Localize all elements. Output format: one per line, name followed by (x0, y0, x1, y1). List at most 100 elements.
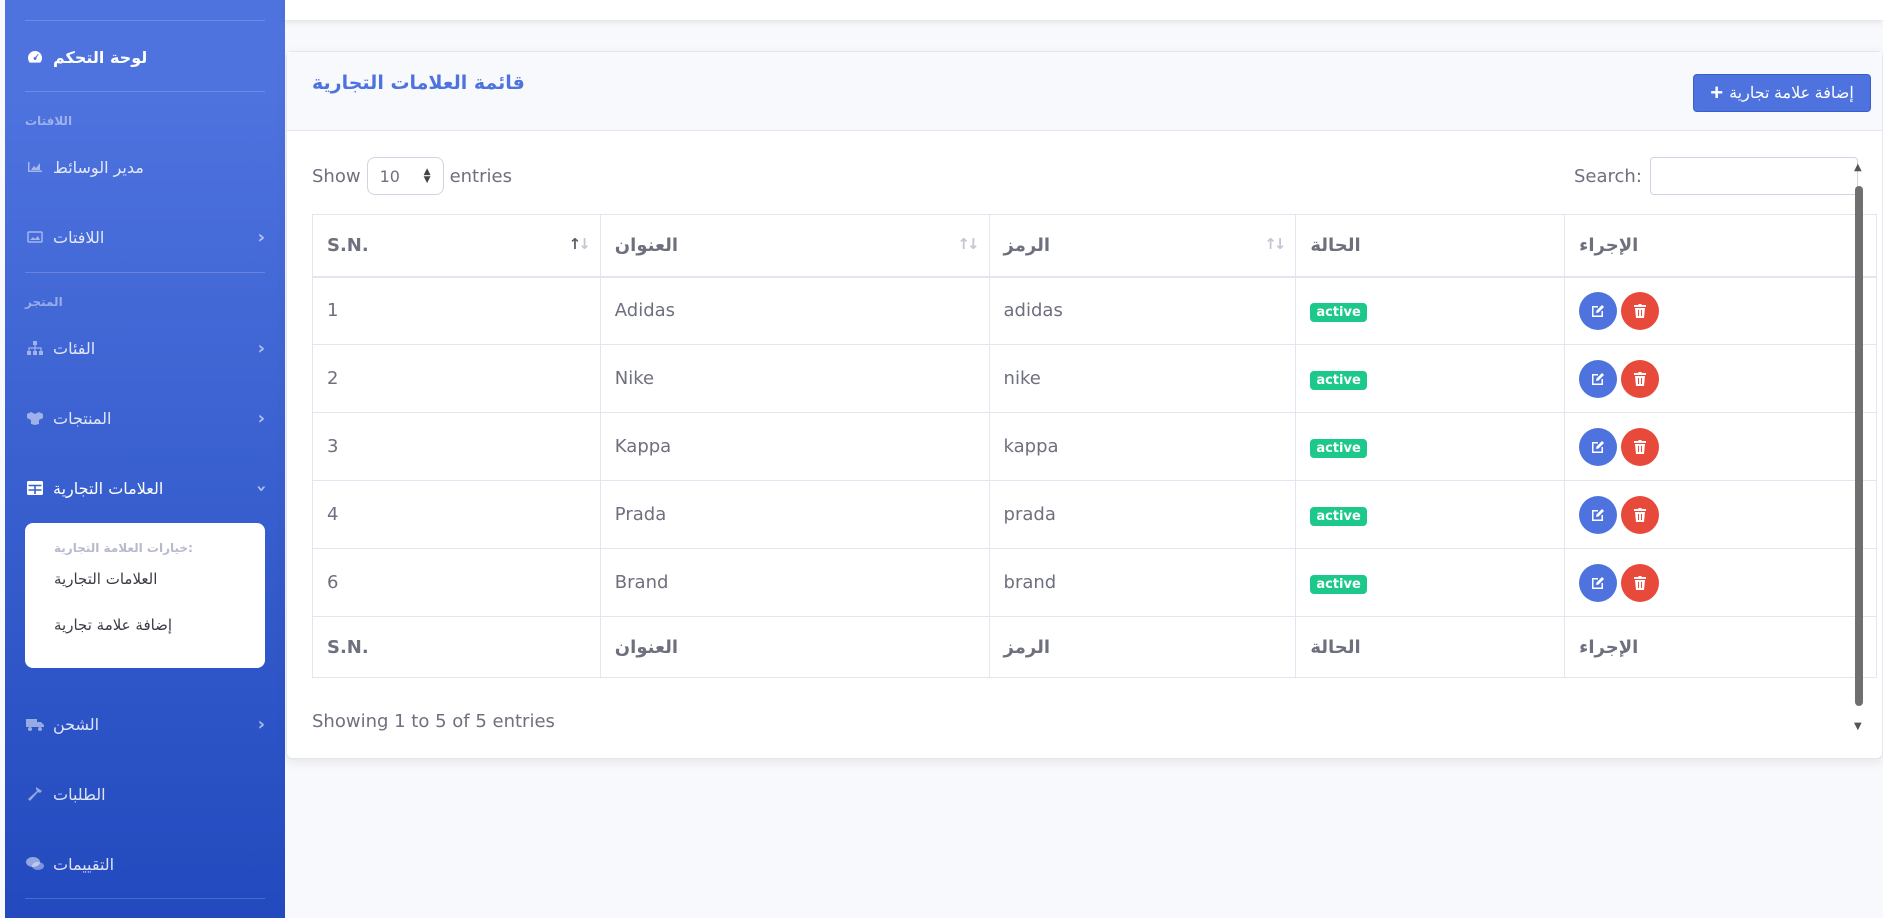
topbar (285, 0, 1883, 20)
cell-title: Adidas (599, 276, 990, 345)
sort-icon: ↑↓ (957, 235, 979, 253)
status-badge: active (1310, 370, 1367, 390)
delete-button[interactable] (1621, 563, 1660, 602)
delete-button[interactable] (1621, 359, 1660, 398)
delete-button[interactable] (1621, 291, 1660, 330)
search-label: Search: (1574, 165, 1642, 187)
scroll-up-icon[interactable]: ▲ (1854, 162, 1862, 173)
trash-icon (1634, 303, 1647, 318)
sidebar: لوحة التحكم اللافتات مدير الوسائط اللافت… (5, 0, 285, 918)
cell-title: Brand (599, 548, 990, 617)
brands-link[interactable]: العلامات التجارية (54, 569, 236, 615)
sidebar-item-label: مدير الوسائط (53, 157, 144, 177)
edit-icon (1592, 576, 1605, 589)
show-label: Show (312, 165, 361, 187)
sidebar-item-label: الشحن (53, 714, 100, 734)
hammer-icon (25, 786, 45, 802)
add-brand-button-label: إضافة علامة تجارية (1729, 85, 1854, 102)
cell-actions (1564, 412, 1877, 481)
scrollbar-thumb[interactable] (1855, 186, 1863, 706)
column-header-slug[interactable]: الرمز ↑↓ (988, 214, 1297, 278)
cell-sn: 3 (312, 412, 601, 481)
trash-icon (1634, 371, 1647, 386)
edit-button[interactable] (1579, 495, 1618, 534)
sidebar-item-label: المنتجات (53, 408, 112, 428)
delete-button[interactable] (1621, 427, 1660, 466)
cell-status: active (1295, 276, 1566, 345)
comments-icon (25, 857, 45, 871)
table-footer-row: S.N. العنوان الرمز الحالة الإجراء (312, 616, 1877, 678)
edit-button[interactable] (1579, 427, 1618, 466)
sidebar-item-label: العلامات التجارية (53, 478, 164, 498)
cell-status: active (1295, 548, 1566, 617)
edit-icon (1592, 440, 1605, 453)
delete-button[interactable] (1621, 495, 1660, 534)
sidebar-item-label: الطلبات (53, 784, 106, 804)
sidebar-item-label: التقييمات (53, 854, 115, 874)
sidebar-item-media-manager[interactable]: مدير الوسائط (25, 152, 265, 182)
scroll-down-icon[interactable]: ▼ (1854, 721, 1862, 732)
sidebar-heading: اللافتات (25, 114, 73, 128)
brands-card: قائمة العلامات التجارية + إضافة علامة تج… (286, 51, 1883, 759)
cell-actions (1564, 344, 1877, 413)
table-row: 2 Nike nike active (312, 344, 1877, 413)
cell-title: Nike (599, 344, 990, 413)
image-icon (25, 231, 45, 243)
chevron-right-icon: › (257, 713, 265, 735)
brands-table: S.N. ↑↓ العنوان ↑↓ الرمز ↑↓ الحالة الإجراء … (312, 214, 1877, 678)
column-footer-status: الحالة (1295, 616, 1566, 678)
page-length-value: 10 (379, 166, 400, 186)
sidebar-item-shipping[interactable]: الشحن › (25, 709, 265, 739)
entries-label: entries (449, 165, 512, 187)
cell-slug: brand (988, 548, 1297, 617)
chart-area-icon (25, 161, 45, 173)
cell-sn: 1 (312, 276, 601, 345)
add-brand-button[interactable]: + إضافة علامة تجارية (1693, 74, 1871, 112)
cubes-icon (25, 411, 45, 425)
truck-icon (25, 718, 45, 731)
tachometer-icon (25, 50, 45, 64)
chevron-right-icon: › (257, 337, 265, 359)
sidebar-item-label: لوحة التحكم (53, 47, 148, 67)
column-footer-action: الإجراء (1564, 616, 1877, 678)
cell-status: active (1295, 480, 1566, 549)
sort-icon: ↑↓ (1264, 235, 1286, 253)
column-footer-title: العنوان (599, 616, 990, 678)
sidebar-divider (25, 20, 265, 21)
add-brand-link[interactable]: إضافة علامة تجارية (54, 615, 236, 661)
cell-actions (1564, 276, 1877, 345)
sidebar-item-reviews[interactable]: التقييمات (25, 849, 265, 879)
cell-title: Kappa (599, 412, 990, 481)
edit-icon (1592, 508, 1605, 521)
trash-icon (1634, 575, 1647, 590)
cell-sn: 6 (312, 548, 601, 617)
column-header-label: الإجراء (1579, 234, 1639, 256)
status-badge: active (1310, 574, 1367, 594)
table-row: 4 Prada prada active (312, 480, 1877, 549)
cell-slug: prada (988, 480, 1297, 549)
page-length-control: Show 10 ▲ ▼ entries (312, 157, 512, 195)
sidebar-item-categories[interactable]: الفئات › (25, 333, 265, 363)
edit-icon (1592, 372, 1605, 385)
sidebar-item-products[interactable]: المنتجات › (25, 403, 265, 433)
page-title: قائمة العلامات التجارية (312, 72, 525, 94)
sidebar-item-orders[interactable]: الطلبات (25, 779, 265, 809)
column-header-label: S.N. (327, 234, 369, 256)
page-length-select[interactable]: 10 ▲ ▼ (366, 157, 444, 195)
edit-button[interactable] (1579, 359, 1618, 398)
card-header: قائمة العلامات التجارية + إضافة علامة تج… (287, 52, 1882, 131)
sidebar-item-banners[interactable]: اللافتات › (25, 222, 265, 252)
column-header-title[interactable]: العنوان ↑↓ (599, 214, 990, 278)
sidebar-item-dashboard[interactable]: لوحة التحكم (25, 42, 265, 72)
sidebar-item-label: الفئات (53, 338, 96, 358)
column-header-sn[interactable]: S.N. ↑↓ (312, 214, 601, 278)
search-input[interactable] (1649, 157, 1858, 195)
cell-slug: adidas (988, 276, 1297, 345)
edit-button[interactable] (1579, 563, 1618, 602)
sidebar-item-brands[interactable]: العلامات التجارية › (25, 473, 272, 503)
edit-icon (1592, 304, 1605, 317)
chevron-right-icon: › (257, 407, 265, 429)
edit-button[interactable] (1579, 291, 1618, 330)
table-scrollbar[interactable]: ▲ ▼ (1853, 162, 1865, 732)
table-info: Showing 1 to 5 of 5 entries (312, 711, 555, 732)
